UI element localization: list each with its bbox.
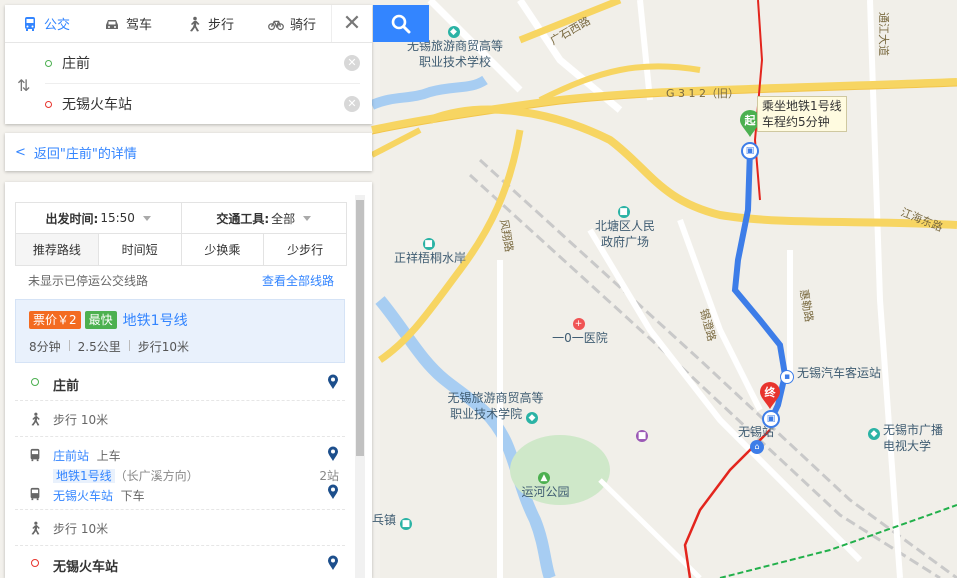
car-icon <box>105 19 118 29</box>
chevron-down-icon <box>303 215 312 221</box>
clear-destination-icon[interactable]: ✕ <box>344 96 360 112</box>
location-pin-icon[interactable] <box>327 446 339 462</box>
location-pin-icon[interactable] <box>327 555 339 571</box>
tab-walk[interactable]: 步行 <box>169 5 251 42</box>
poi-zhengxiang[interactable]: ■ 正祥梧桐水岸 <box>385 232 475 266</box>
school-icon: ◆ <box>447 26 460 38</box>
sort-recommended[interactable]: 推荐路线 <box>16 234 99 265</box>
depart-time-select[interactable]: 出发时间: 15:50 <box>16 203 182 233</box>
end-marker[interactable]: 终 <box>759 382 781 409</box>
travel-mode-tabs: 公交 驾车 步行 骑行 ✕ <box>5 5 372 43</box>
notice-row: 未显示已停运公交线路 查看全部线路 <box>28 272 334 289</box>
poi-college[interactable]: 无锡旅游商贸高等 职业技术学院 ◆ <box>433 390 558 424</box>
tab-transit[interactable]: 公交 <box>5 5 87 42</box>
road-label-tongjiang: 通江大道 <box>877 12 891 56</box>
origin-dot-icon <box>31 378 39 386</box>
poi-canal-park[interactable]: ▲ 运河公园 <box>518 466 573 500</box>
price-badge: 票价￥2 <box>29 311 81 329</box>
poi-tv-univ[interactable]: ◆ 无锡市广播 电视大学 <box>868 422 943 454</box>
filter-box: 出发时间: 15:50 交通工具: 全部 推荐路线 时间短 少换乘 少步行 <box>15 202 347 266</box>
sort-shortest-time[interactable]: 时间短 <box>98 234 182 265</box>
destination-dot-icon <box>31 559 39 567</box>
search-icon <box>391 14 411 33</box>
scrollbar-thumb[interactable] <box>356 200 364 456</box>
metro-station-end-icon[interactable]: ▣ <box>762 410 780 428</box>
chevron-down-icon <box>142 215 151 221</box>
park-icon: ▲ <box>538 472 550 484</box>
sort-tabs: 推荐路线 时间短 少换乘 少步行 <box>16 234 346 265</box>
metro-station-start-icon[interactable]: ▣ <box>741 142 759 160</box>
tab-bike[interactable]: 骑行 <box>251 5 333 42</box>
location-pin-icon[interactable] <box>327 484 339 500</box>
results-panel: 出发时间: 15:50 交通工具: 全部 推荐路线 时间短 少换乘 少步行 未显示已… <box>5 182 372 578</box>
results-scrollbar[interactable] <box>355 195 365 578</box>
fastest-badge: 最快 <box>84 311 117 329</box>
tab-drive[interactable]: 驾车 <box>87 5 169 42</box>
step-metro[interactable]: 庄前站 上车 地铁1号线 （长广溪方向） 2站 无锡火车站 下车 <box>15 437 345 510</box>
sort-fewer-transfers[interactable]: 少换乘 <box>181 234 265 265</box>
bus-icon <box>30 487 40 501</box>
origin-field[interactable]: 庄前 ✕ <box>45 43 360 84</box>
route-plan-card[interactable]: 票价￥2 最快 地铁1号线 8分钟 2.5公里 步行10米 <box>15 299 345 363</box>
walk-icon <box>189 16 200 31</box>
clear-origin-icon[interactable]: ✕ <box>344 55 360 71</box>
plan-line-name: 地铁1号线 <box>122 313 188 329</box>
stop-count: 2站 <box>319 469 339 483</box>
search-button[interactable] <box>373 5 429 42</box>
route-steps: 庄前 步行 10米 庄前站 上车 地铁1号线 （长广溪方向） 2站 无锡火车站 下… <box>15 365 345 578</box>
railway-station-icon: ⌂ <box>750 440 764 454</box>
route-callout: 乘坐地铁1号线 车程约5分钟 <box>757 96 847 132</box>
swap-icon[interactable]: ⇅ <box>17 76 30 95</box>
step-start[interactable]: 庄前 <box>15 365 345 401</box>
government-icon: ■ <box>617 206 630 218</box>
poi-bus-station[interactable]: ▪ 无锡汽车客运站 <box>780 365 881 384</box>
close-icon[interactable]: ✕ <box>331 5 372 42</box>
poi-beitang[interactable]: ■ 北塘区人民 政府广场 <box>590 200 660 250</box>
destination-dot-icon <box>45 100 52 108</box>
location-pin-icon[interactable] <box>327 374 339 390</box>
poi-hospital[interactable]: + 一0一医院 <box>550 312 610 346</box>
hospital-icon: + <box>572 318 585 330</box>
shopping-icon: ■ <box>636 430 648 442</box>
bus-stop-icon: ▪ <box>780 370 794 384</box>
school-icon: ◆ <box>868 428 880 440</box>
school-icon: ◆ <box>525 412 538 424</box>
sort-less-walking[interactable]: 少步行 <box>264 234 346 265</box>
step-end[interactable]: 无锡火车站 <box>15 546 345 578</box>
bicycle-icon <box>268 20 284 30</box>
origin-dot-icon <box>45 59 52 67</box>
destination-field[interactable]: 无锡火车站 ✕ <box>45 84 360 124</box>
poi-shopping[interactable]: ■ <box>636 424 651 442</box>
poi-town[interactable]: 乓镇 ■ <box>372 512 415 530</box>
step-walk-1[interactable]: 步行 10米 <box>15 401 345 437</box>
road-label-g312: G 3 1 2（旧） <box>666 87 739 100</box>
vehicle-select[interactable]: 交通工具: 全部 <box>182 203 347 233</box>
chevron-left-icon: < <box>15 144 26 160</box>
walk-icon <box>31 412 40 426</box>
step-walk-2[interactable]: 步行 10米 <box>15 510 345 546</box>
building-icon: ■ <box>399 518 412 530</box>
walk-icon <box>31 521 40 535</box>
search-panel: 公交 驾车 步行 骑行 ✕ ⇅ 庄前 ✕ 无锡火车站 ✕ <box>5 5 372 124</box>
bus-icon <box>30 448 40 462</box>
bus-icon <box>24 16 35 31</box>
back-link[interactable]: < 返回"庄前"的详情 <box>5 133 372 171</box>
metro-line-tag[interactable]: 地铁1号线 <box>53 469 115 483</box>
view-all-routes-link[interactable]: 查看全部线路 <box>262 272 334 289</box>
building-icon: ■ <box>422 238 435 250</box>
